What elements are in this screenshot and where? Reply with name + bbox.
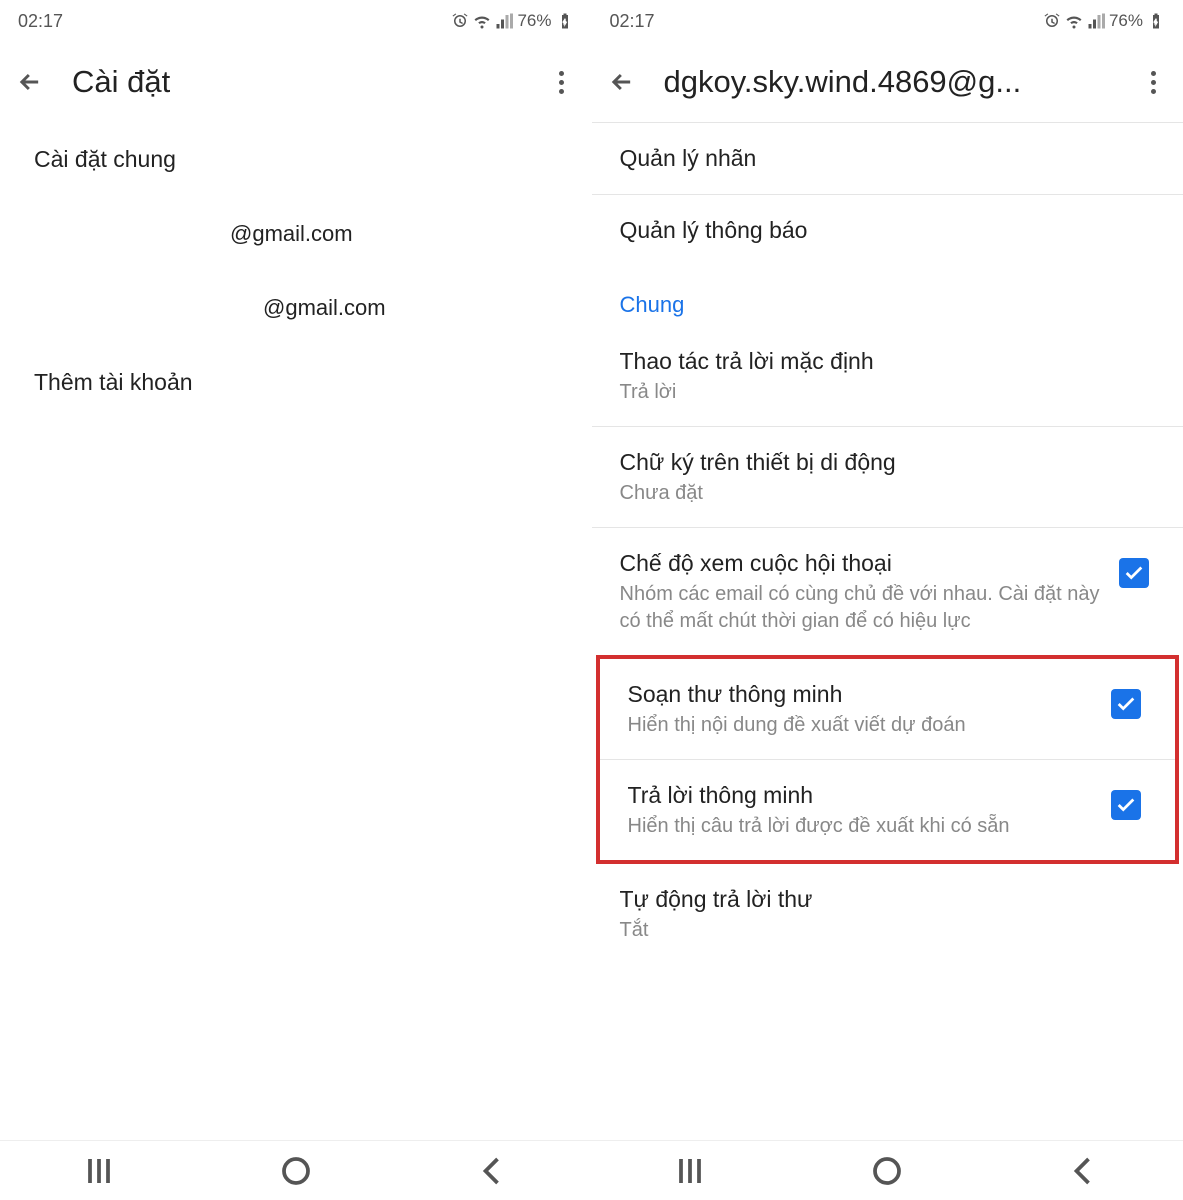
item-add-account[interactable]: Thêm tài khoản [0,345,592,420]
row-title: Soạn thư thông minh [628,679,1096,710]
item-general-settings[interactable]: Cài đặt chung [0,122,592,197]
screen-settings-list: 02:17 76% Cài đặt Cài đặt chung @gmail.c… [0,0,592,1200]
row-smart-reply[interactable]: Trả lời thông minh Hiển thị câu trả lời … [600,759,1176,860]
battery-text: 76% [1109,11,1143,31]
row-title: Tự động trả lời thư [620,884,1156,915]
row-default-reply[interactable]: Thao tác trả lời mặc định Trả lời [592,326,1183,426]
status-icons: 76% [451,11,573,31]
row-signature[interactable]: Chữ ký trên thiết bị di động Chưa đặt [592,426,1183,527]
more-vert-icon[interactable] [548,68,576,96]
alarm-icon [451,12,469,30]
row-title: Quản lý nhãn [620,143,1156,174]
app-bar: Cài đặt [0,42,592,122]
home-button[interactable] [278,1153,314,1189]
settings-list: Cài đặt chung @gmail.com @gmail.com Thêm… [0,122,592,1140]
navigation-bar [592,1140,1183,1200]
back-button[interactable] [475,1153,511,1189]
battery-icon [556,12,574,30]
status-bar: 02:17 76% [0,0,592,42]
signal-icon [495,12,513,30]
page-title: dgkoy.sky.wind.4869@g... [664,64,1112,100]
row-manage-notifications[interactable]: Quản lý thông báo [592,194,1183,266]
recents-button[interactable] [81,1153,117,1189]
highlight-annotation: Soạn thư thông minh Hiển thị nội dung đề… [596,655,1180,864]
recents-button[interactable] [672,1153,708,1189]
app-bar: dgkoy.sky.wind.4869@g... [592,42,1183,122]
status-icons: 76% [1043,11,1165,31]
row-title: Thao tác trả lời mặc định [620,346,1156,377]
battery-icon [1147,12,1165,30]
signal-icon [1087,12,1105,30]
wifi-icon [473,12,491,30]
item-account-2[interactable]: @gmail.com [0,271,592,345]
row-smart-compose[interactable]: Soạn thư thông minh Hiển thị nội dung đề… [600,659,1176,759]
status-bar: 02:17 76% [592,0,1183,42]
settings-content: Quản lý nhãn Quản lý thông báo Chung Tha… [592,122,1183,1140]
home-button[interactable] [869,1153,905,1189]
row-manage-labels[interactable]: Quản lý nhãn [592,122,1183,194]
checkbox-conversation[interactable] [1119,558,1149,588]
status-time: 02:17 [18,11,63,32]
section-header-general: Chung [592,266,1183,326]
row-title: Chế độ xem cuộc hội thoại [620,548,1104,579]
item-account-1[interactable]: @gmail.com [0,197,592,271]
row-subtitle: Hiển thị nội dung đề xuất viết dự đoán [628,712,1096,739]
row-subtitle: Trả lời [620,379,1156,406]
more-vert-icon[interactable] [1139,68,1167,96]
row-auto-reply[interactable]: Tự động trả lời thư Tắt [592,864,1183,964]
row-conversation-view[interactable]: Chế độ xem cuộc hội thoại Nhóm các email… [592,527,1183,655]
row-subtitle: Hiển thị câu trả lời được đề xuất khi có… [628,813,1096,840]
wifi-icon [1065,12,1083,30]
row-subtitle: Chưa đặt [620,480,1156,507]
row-title: Quản lý thông báo [620,215,1156,246]
checkbox-smart-reply[interactable] [1111,790,1141,820]
row-title: Chữ ký trên thiết bị di động [620,447,1156,478]
row-title: Trả lời thông minh [628,780,1096,811]
row-subtitle: Nhóm các email có cùng chủ đề với nhau. … [620,581,1104,635]
row-subtitle: Tắt [620,917,1156,944]
status-time: 02:17 [610,11,655,32]
back-button[interactable] [1066,1153,1102,1189]
page-title: Cài đặt [72,64,520,100]
back-arrow-icon[interactable] [608,68,636,96]
checkbox-smart-compose[interactable] [1111,689,1141,719]
navigation-bar [0,1140,592,1200]
alarm-icon [1043,12,1061,30]
screen-account-settings: 02:17 76% dgkoy.sky.wind.4869@g... Quản … [592,0,1183,1200]
back-arrow-icon[interactable] [16,68,44,96]
battery-text: 76% [517,11,551,31]
